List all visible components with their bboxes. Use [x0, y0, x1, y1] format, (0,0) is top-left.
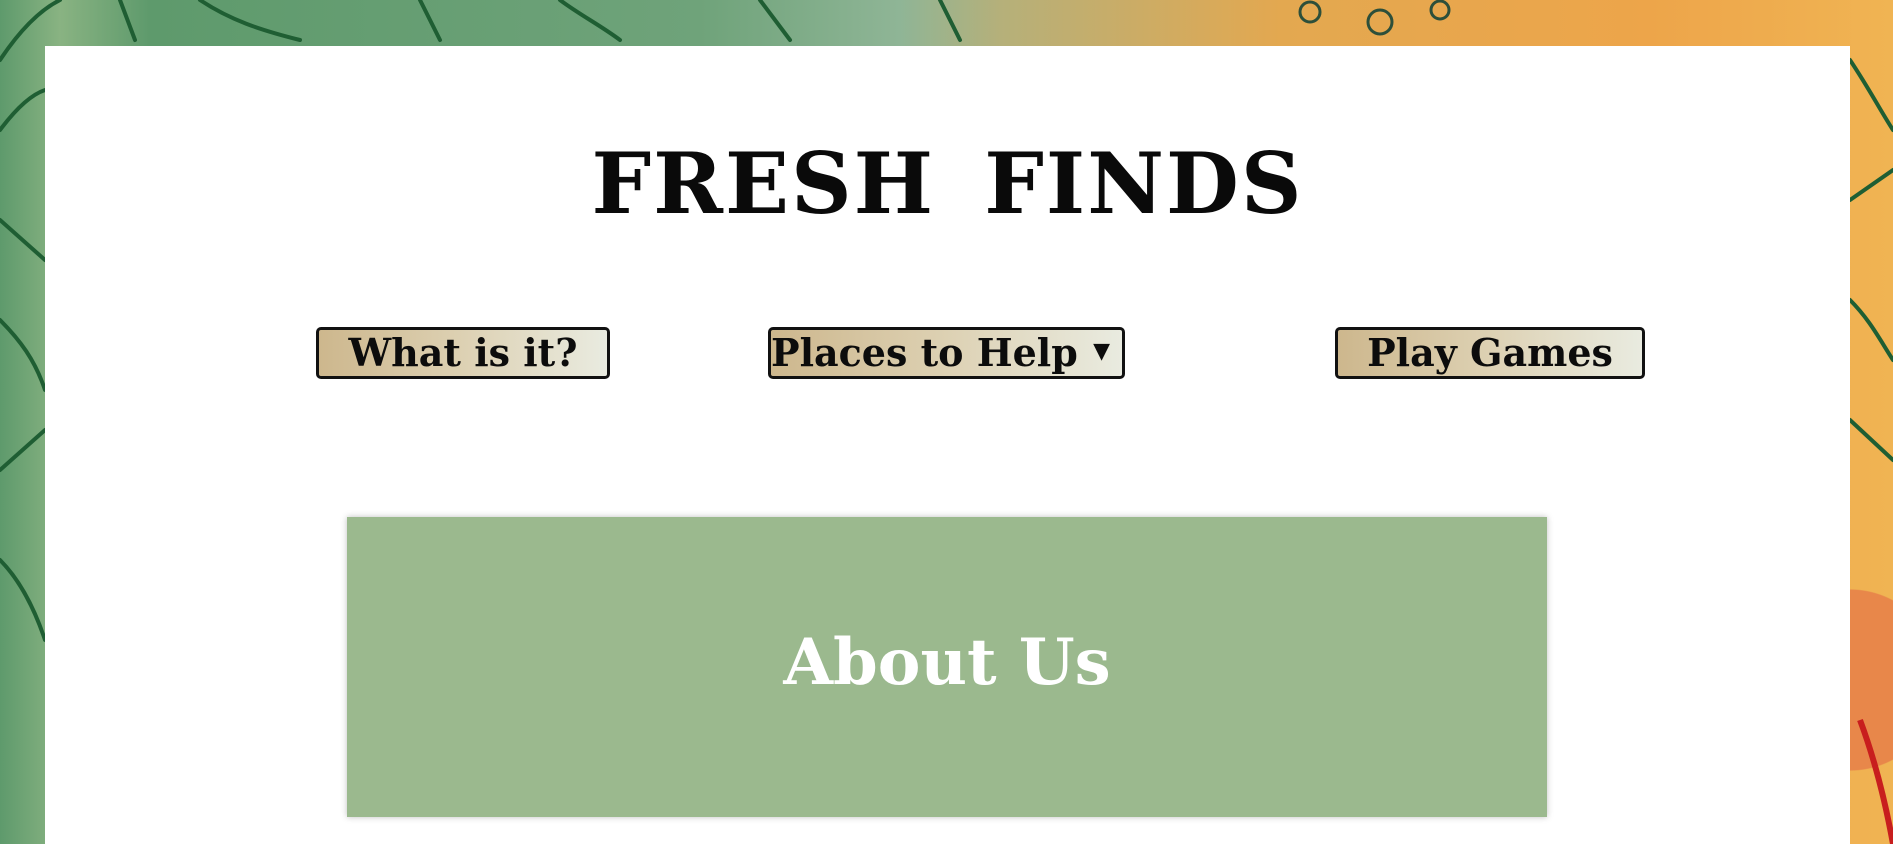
- site-title: FRESH FINDS: [591, 134, 1304, 233]
- about-us-card: About Us: [347, 517, 1547, 817]
- places-to-help-label: Places to Help: [771, 330, 1078, 375]
- about-us-heading: About Us: [783, 625, 1111, 700]
- play-games-button[interactable]: Play Games: [1335, 327, 1645, 379]
- main-panel: FRESH FINDS What is it? Places to Help ▼…: [45, 46, 1850, 844]
- places-to-help-dropdown[interactable]: Places to Help ▼: [768, 327, 1125, 379]
- what-is-it-button[interactable]: What is it?: [316, 327, 610, 379]
- chevron-down-icon: ▼: [1093, 338, 1110, 364]
- what-is-it-label: What is it?: [348, 330, 578, 375]
- play-games-label: Play Games: [1367, 330, 1613, 375]
